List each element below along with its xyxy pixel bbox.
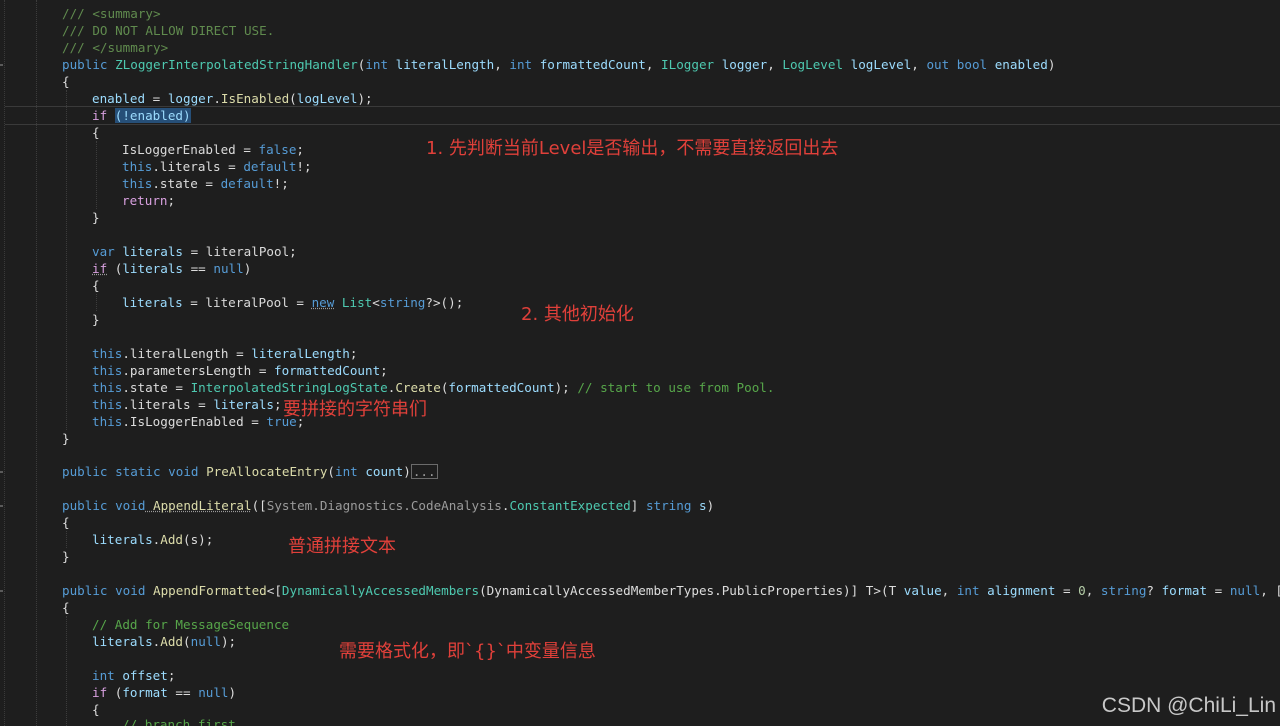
code-line[interactable]: literals.Add(s); xyxy=(92,531,213,548)
code-line[interactable]: // branch first xyxy=(122,716,236,726)
code-line[interactable]: } xyxy=(92,209,100,226)
code-line[interactable]: int offset; xyxy=(92,667,175,684)
code-line[interactable]: if (literals == null) xyxy=(92,260,251,277)
indent-guide xyxy=(96,141,97,209)
code-line[interactable]: } xyxy=(62,548,70,565)
code-line[interactable]: literals = literalPool = new List<string… xyxy=(122,294,463,311)
code-line[interactable]: this.literalLength = literalLength; xyxy=(92,345,357,362)
code-line[interactable]: this.state = InterpolatedStringLogState.… xyxy=(92,379,774,396)
annotation-note: 2. 其他初始化 xyxy=(521,304,634,325)
indent-guide xyxy=(66,90,67,430)
code-line[interactable]: return; xyxy=(122,192,175,209)
collapsed-region-button[interactable]: ... xyxy=(410,464,438,479)
gutter-mark xyxy=(0,505,3,507)
indent-guide xyxy=(96,294,97,311)
indent-guide xyxy=(66,531,67,548)
annotation-note: 普通拼接文本 xyxy=(288,536,396,557)
annotation-note: 1. 先判断当前Level是否输出，不需要直接返回出去 xyxy=(426,138,839,159)
doc-comment: /// </summary> xyxy=(62,40,169,55)
indent-guide xyxy=(66,616,67,726)
code-line[interactable]: this.IsLoggerEnabled = true; xyxy=(92,413,304,430)
code-line[interactable]: var literals = literalPool; xyxy=(92,243,297,260)
code-line[interactable]: this.state = default!; xyxy=(122,175,289,192)
code-line[interactable]: this.literals = default!; xyxy=(122,158,312,175)
annotation-note: 要拼接的字符串们 xyxy=(283,399,427,420)
code-editor[interactable]: /// <summary> /// DO NOT ALLOW DIRECT US… xyxy=(0,0,1280,726)
gutter-mark xyxy=(0,590,3,592)
code-line[interactable]: // Add for MessageSequence xyxy=(92,616,289,633)
code-line[interactable]: literals.Add(null); xyxy=(92,633,236,650)
selected-text[interactable]: (!enabled) xyxy=(114,108,191,123)
code-line[interactable]: public void AppendFormatted<[Dynamically… xyxy=(62,582,1280,599)
code-line[interactable]: /// </summary> xyxy=(62,39,168,56)
code-line[interactable]: this.literals = literals; xyxy=(92,396,282,413)
code-line[interactable]: if (!enabled) xyxy=(92,107,191,124)
annotation-note: 需要格式化，即`{}`中变量信息 xyxy=(339,641,596,662)
code-line[interactable]: } xyxy=(62,430,70,447)
code-line[interactable]: /// <summary> xyxy=(62,5,161,22)
code-line[interactable]: IsLoggerEnabled = false; xyxy=(122,141,304,158)
code-line[interactable]: { xyxy=(92,277,100,294)
code-line[interactable]: public ZLoggerInterpolatedStringHandler(… xyxy=(62,56,1055,73)
code-line[interactable]: this.parametersLength = formattedCount; xyxy=(92,362,388,379)
constructor-name[interactable]: ZLoggerInterpolatedStringHandler xyxy=(115,57,358,72)
current-line-highlight xyxy=(5,106,1280,125)
code-line[interactable]: } xyxy=(92,311,100,328)
gutter-mark xyxy=(0,471,3,473)
code-line[interactable]: public void AppendLiteral([System.Diagno… xyxy=(62,497,714,514)
code-line[interactable]: if (format == null) xyxy=(92,684,236,701)
code-line[interactable]: /// DO NOT ALLOW DIRECT USE. xyxy=(62,22,274,39)
code-line[interactable]: { xyxy=(62,599,70,616)
code-line[interactable]: enabled = logger.IsEnabled(logLevel); xyxy=(92,90,373,107)
gutter-mark xyxy=(0,64,3,66)
watermark: CSDN @ChiLi_Lin xyxy=(1101,694,1276,717)
code-line[interactable]: { xyxy=(92,124,100,141)
code-line[interactable]: public static void PreAllocateEntry(int … xyxy=(62,463,438,480)
code-line[interactable]: { xyxy=(62,514,70,531)
doc-comment: /// DO NOT ALLOW DIRECT USE. xyxy=(62,23,275,38)
code-line[interactable]: { xyxy=(92,701,100,718)
code-line[interactable]: { xyxy=(62,73,70,90)
doc-comment: /// <summary> xyxy=(62,6,161,21)
